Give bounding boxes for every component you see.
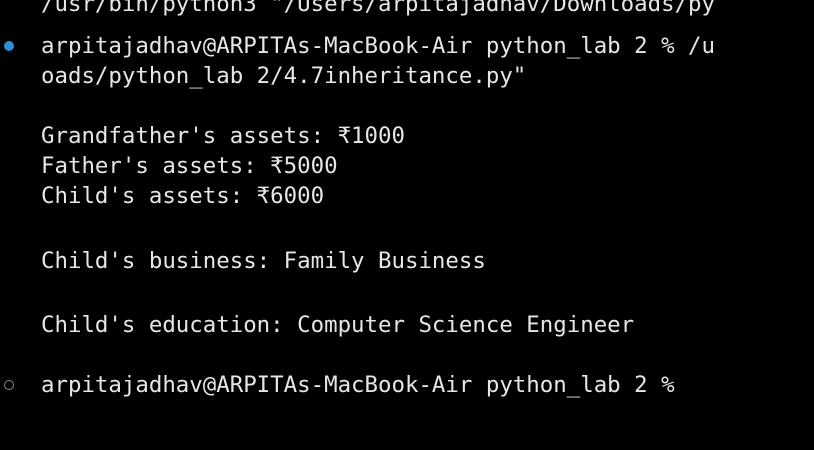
output-child-business: Child's business: Family Business — [41, 248, 486, 274]
output-child-assets: Child's assets: ₹6000 — [41, 183, 325, 209]
current-prompt-line[interactable]: arpitajadhav@ARPITAs-MacBook-Air python_… — [41, 371, 675, 399]
command-idle-icon — [4, 380, 14, 390]
prompt-command-line: arpitajadhav@ARPITAs-MacBook-Air python_… — [41, 33, 716, 59]
output-grandfather-assets: Grandfather's assets: ₹1000 — [41, 123, 405, 149]
output-child-education: Child's education: Computer Science Engi… — [41, 312, 635, 338]
prompt-command-continuation: oads/python_lab 2/4.7inheritance.py" — [41, 63, 527, 89]
previous-command-line: /usr/bin/python3 "/Users/arpitajadhav/Do… — [41, 0, 716, 17]
output-father-assets: Father's assets: ₹5000 — [41, 153, 338, 179]
command-success-icon[interactable] — [4, 41, 14, 51]
terminal-panel[interactable]: /usr/bin/python3 "/Users/arpitajadhav/Do… — [0, 0, 814, 450]
